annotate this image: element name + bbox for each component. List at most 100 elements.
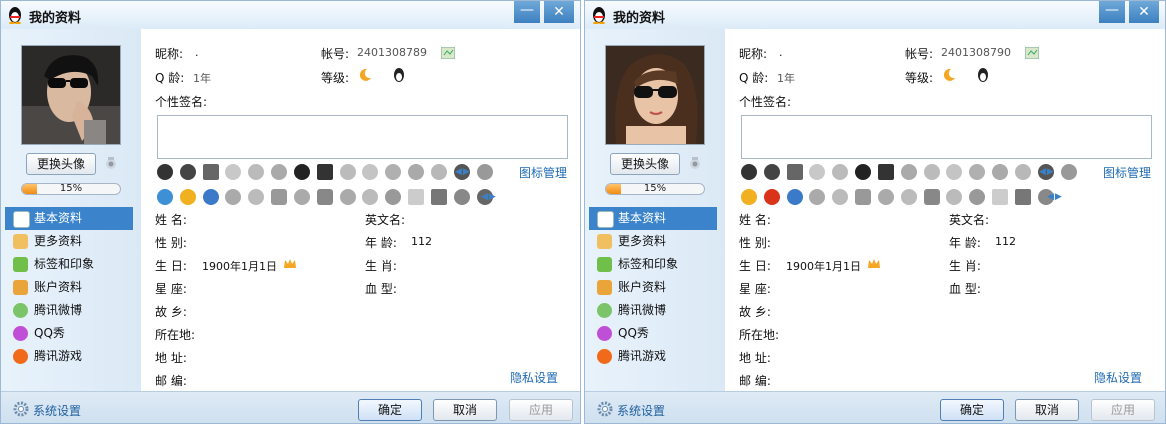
star-icon[interactable]	[248, 189, 265, 205]
face-icon[interactable]	[946, 189, 963, 205]
video-icon[interactable]	[430, 189, 447, 205]
scroll-arrows[interactable]: ◀▶	[455, 167, 471, 177]
nba-icon[interactable]	[877, 164, 894, 180]
ok-button[interactable]: 确定	[358, 399, 422, 421]
nav-item-more[interactable]: 更多资料	[5, 230, 133, 253]
star-icon[interactable]	[832, 189, 849, 205]
diamond-icon[interactable]	[923, 164, 940, 180]
scroll-arrows[interactable]: ◀▶	[1039, 167, 1055, 177]
privacy-settings-link[interactable]: 隐私设置	[1094, 369, 1142, 386]
avatar[interactable]	[605, 45, 705, 145]
system-settings-link[interactable]: 系统设置	[597, 401, 665, 419]
diamond-icon[interactable]	[225, 164, 242, 180]
avatar[interactable]	[21, 45, 121, 145]
cancel-button[interactable]: 取消	[433, 399, 497, 421]
heart-icon[interactable]	[225, 189, 242, 205]
mail-icon[interactable]	[992, 189, 1009, 205]
diamond-icon[interactable]	[248, 164, 265, 180]
scroll-arrows[interactable]: ◀▶	[481, 192, 497, 202]
diamond-icon[interactable]	[362, 164, 379, 180]
camera-icon[interactable]	[687, 155, 703, 171]
clover-icon[interactable]	[969, 189, 986, 205]
diamond-icon[interactable]	[900, 164, 917, 180]
video-icon[interactable]	[1014, 189, 1031, 205]
music-icon[interactable]	[453, 189, 470, 205]
phone-icon[interactable]	[202, 164, 219, 180]
diamond-icon[interactable]	[271, 164, 288, 180]
diamond-icon[interactable]	[385, 164, 402, 180]
camera-icon[interactable]	[103, 155, 119, 171]
minimize-button[interactable]: —	[1099, 1, 1125, 23]
icon-manage-link[interactable]: 图标管理	[519, 164, 567, 181]
heart-icon[interactable]	[855, 164, 872, 180]
nav-item-basic[interactable]: 基本资料	[589, 207, 717, 230]
change-avatar-button[interactable]: 更换头像	[610, 153, 680, 175]
diamond-icon[interactable]	[969, 164, 986, 180]
chat-icon[interactable]	[293, 189, 310, 205]
signature-input[interactable]	[157, 115, 568, 159]
diamond-icon[interactable]	[408, 164, 425, 180]
diamond-icon[interactable]	[832, 164, 849, 180]
p-icon[interactable]	[855, 189, 872, 205]
diamond-icon[interactable]	[1060, 164, 1077, 180]
minimize-button[interactable]: —	[514, 1, 540, 23]
nba-icon[interactable]	[316, 164, 333, 180]
close-button[interactable]: ✕	[544, 1, 574, 23]
change-avatar-button[interactable]: 更换头像	[26, 153, 96, 175]
ok-button[interactable]: 确定	[940, 399, 1004, 421]
diamond-icon[interactable]	[946, 164, 963, 180]
app-icon[interactable]	[923, 189, 940, 205]
close-button[interactable]: ✕	[1129, 1, 1159, 23]
diamond-icon[interactable]	[430, 164, 447, 180]
privacy-settings-link[interactable]: 隐私设置	[510, 369, 558, 386]
cancel-button[interactable]: 取消	[1015, 399, 1079, 421]
scroll-arrows[interactable]: ◀▶	[1047, 192, 1063, 202]
nav-item-tags[interactable]: 标签和印象	[5, 253, 133, 276]
apply-button[interactable]: 应用	[509, 399, 573, 421]
mail-icon[interactable]	[408, 189, 425, 205]
edit-icon[interactable]	[441, 47, 455, 59]
camera-icon[interactable]	[786, 189, 803, 205]
diamond-icon[interactable]	[157, 164, 173, 180]
nav-item-tags[interactable]: 标签和印象	[589, 253, 717, 276]
signature-input[interactable]	[741, 115, 1152, 159]
penguin-icon[interactable]	[763, 164, 780, 180]
app-icon[interactable]	[316, 189, 333, 205]
diamond-icon[interactable]	[992, 164, 1009, 180]
heart-icon[interactable]	[809, 189, 826, 205]
diamond-icon[interactable]	[809, 164, 826, 180]
crown-icon[interactable]	[867, 257, 881, 271]
edit-icon[interactable]	[1025, 47, 1039, 59]
face-icon[interactable]	[362, 189, 379, 205]
system-settings-link[interactable]: 系统设置	[13, 401, 81, 419]
penguin-icon[interactable]	[975, 67, 991, 83]
chat-icon[interactable]	[877, 189, 894, 205]
phone-icon[interactable]	[786, 164, 803, 180]
heart-icon[interactable]	[293, 164, 310, 180]
diamond-icon[interactable]	[339, 164, 356, 180]
p-icon[interactable]	[271, 189, 288, 205]
icon-manage-link[interactable]: 图标管理	[1103, 164, 1151, 181]
nav-item-account[interactable]: 账户资料	[5, 276, 133, 299]
camera-icon[interactable]	[202, 189, 219, 205]
penguin-icon[interactable]	[391, 67, 407, 83]
shield-icon[interactable]	[179, 189, 196, 205]
title-bar[interactable]: 我的资料 — ✕	[585, 1, 1165, 29]
nav-item-basic[interactable]: 基本资料	[5, 207, 133, 230]
nav-item-games[interactable]: 腾讯游戏	[5, 345, 133, 368]
title-bar[interactable]: 我的资料 — ✕	[1, 1, 580, 29]
diamond-icon[interactable]	[1014, 164, 1031, 180]
moon-level-icon[interactable]	[941, 67, 957, 83]
nav-item-weibo[interactable]: 腾讯微博	[589, 299, 717, 322]
diamond-icon[interactable]	[741, 164, 757, 180]
nav-item-account[interactable]: 账户资料	[589, 276, 717, 299]
moon-level-icon[interactable]	[357, 67, 373, 83]
crown-icon[interactable]	[283, 257, 297, 271]
nav-item-qqshow[interactable]: QQ秀	[589, 322, 717, 345]
qplus-icon[interactable]	[157, 189, 173, 205]
qplus-icon[interactable]	[900, 189, 917, 205]
nav-item-weibo[interactable]: 腾讯微博	[5, 299, 133, 322]
qt-icon[interactable]	[339, 189, 356, 205]
nav-item-qqshow[interactable]: QQ秀	[5, 322, 133, 345]
penguin-icon[interactable]	[179, 164, 196, 180]
